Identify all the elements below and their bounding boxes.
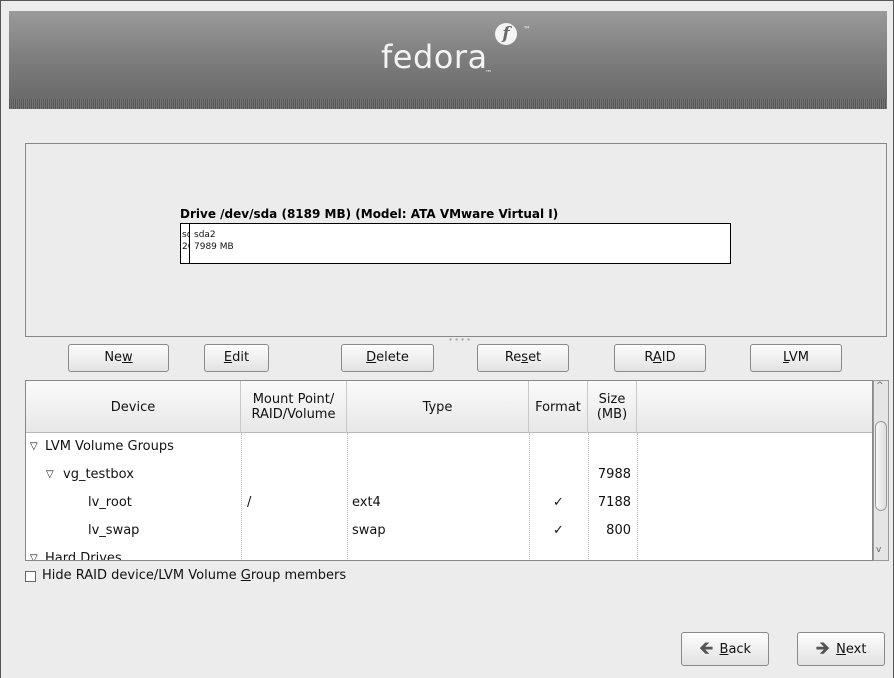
button-label: Next: [836, 642, 866, 657]
installer-window: fedora f ™ ™ Drive /dev/sda (8189 MB) (M…: [0, 0, 894, 678]
column-label: RAID/Volume: [251, 407, 336, 422]
pane-splitter-handle[interactable]: ∙∙∙∙: [448, 335, 472, 344]
hide-members-checkbox[interactable]: [25, 571, 36, 582]
column-header-size[interactable]: Size (MB): [588, 381, 637, 433]
fedora-logo-text: fedora: [381, 38, 488, 76]
button-label: elete: [376, 350, 409, 365]
column-label: Mount Point/: [252, 392, 335, 407]
column-label: Size: [598, 392, 626, 407]
tree-header: Device Mount Point/ RAID/Volume Type For…: [26, 381, 872, 433]
drive-partition-bar: sd 20 sda2 7989 MB: [180, 223, 731, 264]
format-check-icon: ✓: [553, 523, 564, 538]
accelerator-key: E: [223, 350, 233, 365]
format-check-icon: ✓: [553, 495, 564, 510]
size-cell: 7988: [597, 467, 631, 482]
label-text: roup members: [250, 568, 347, 583]
partition-segment-sda1[interactable]: sd 20: [181, 224, 190, 263]
column-header-format[interactable]: Format: [529, 381, 588, 433]
edit-button[interactable]: Edit: [204, 344, 269, 372]
accelerator-key: w: [122, 350, 133, 365]
partition-size: 20: [182, 242, 189, 252]
next-button[interactable]: 🡺 Next: [797, 632, 885, 666]
column-header-filler: [637, 381, 872, 433]
expander-icon[interactable]: ▽: [30, 433, 38, 461]
column-header-type[interactable]: Type: [347, 381, 529, 433]
mount-cell: /: [247, 495, 252, 510]
scroll-up-icon[interactable]: ^: [876, 381, 884, 391]
accelerator-key: N: [836, 641, 846, 657]
logo-trademark: ™: [523, 25, 531, 34]
fedora-logo-icon: f: [495, 23, 517, 45]
arrow-left-icon: 🡸: [698, 638, 714, 659]
button-label: VM: [788, 350, 809, 365]
button-label: et: [528, 350, 542, 365]
device-cell: Hard Drives: [45, 551, 122, 561]
partition-name: sd: [182, 230, 189, 240]
device-cell: lv_swap: [88, 523, 140, 538]
tree-scrollbar[interactable]: ^ v: [873, 380, 889, 561]
accelerator-key: A: [652, 350, 662, 365]
partition-name: sda2: [194, 230, 216, 240]
table-row[interactable]: ▽ LVM Volume Groups: [26, 433, 872, 461]
partition-segment-sda2[interactable]: sda2 7989 MB: [191, 224, 691, 263]
drive-title: Drive /dev/sda (8189 MB) (Model: ATA VMw…: [180, 207, 559, 221]
hide-members-label[interactable]: Hide RAID device/LVM Volume Group member…: [42, 568, 346, 583]
type-cell: ext4: [352, 495, 381, 510]
table-row[interactable]: lv_root / ext4 ✓ 7188: [26, 489, 872, 517]
arrow-right-icon: 🡺: [815, 638, 831, 659]
column-label: (MB): [596, 407, 628, 422]
column-header-device[interactable]: Device: [26, 381, 241, 433]
scroll-thumb[interactable]: [875, 421, 887, 511]
button-label: ID: [661, 350, 676, 365]
back-button[interactable]: 🡸 Back: [681, 632, 769, 666]
partition-size: 7989 MB: [194, 242, 234, 252]
button-label: dit: [232, 350, 250, 365]
table-row[interactable]: ▽ Hard Drives: [26, 545, 872, 561]
size-cell: 7188: [597, 495, 631, 510]
scroll-down-icon[interactable]: v: [876, 545, 881, 555]
column-label: Format: [535, 399, 581, 415]
button-label: Re: [504, 350, 522, 365]
button-label: Back: [720, 642, 752, 657]
type-cell: swap: [352, 523, 386, 538]
device-cell: lv_root: [88, 495, 132, 510]
button-label: Ne: [104, 350, 123, 365]
label-text: ext: [845, 641, 867, 657]
header-stripe: [9, 99, 887, 109]
button-label: R: [644, 350, 653, 365]
accelerator-key: D: [366, 350, 377, 365]
device-cell: vg_testbox: [63, 467, 134, 482]
lvm-button[interactable]: LVM: [750, 344, 842, 372]
new-button[interactable]: New: [68, 344, 169, 372]
device-cell: LVM Volume Groups: [45, 439, 174, 454]
label-text: Hide RAID device/LVM Volume: [42, 568, 241, 583]
device-tree-view[interactable]: Device Mount Point/ RAID/Volume Type For…: [25, 380, 873, 561]
expander-icon[interactable]: ▽: [46, 461, 54, 489]
table-row[interactable]: ▽ vg_testbox 7988: [26, 461, 872, 489]
table-row[interactable]: lv_swap swap ✓ 800: [26, 517, 872, 545]
column-label: Type: [422, 399, 453, 415]
label-text: ack: [728, 641, 752, 657]
expander-icon[interactable]: ▽: [30, 545, 38, 560]
raid-button[interactable]: RAID: [614, 344, 706, 372]
size-cell: 800: [606, 523, 631, 538]
delete-button[interactable]: Delete: [341, 344, 434, 372]
logo-trademark-small: ™: [485, 69, 492, 77]
reset-button[interactable]: Reset: [477, 344, 569, 372]
column-header-mount-point[interactable]: Mount Point/ RAID/Volume: [241, 381, 347, 433]
accelerator-key: G: [240, 568, 251, 583]
column-label: Device: [110, 399, 156, 415]
